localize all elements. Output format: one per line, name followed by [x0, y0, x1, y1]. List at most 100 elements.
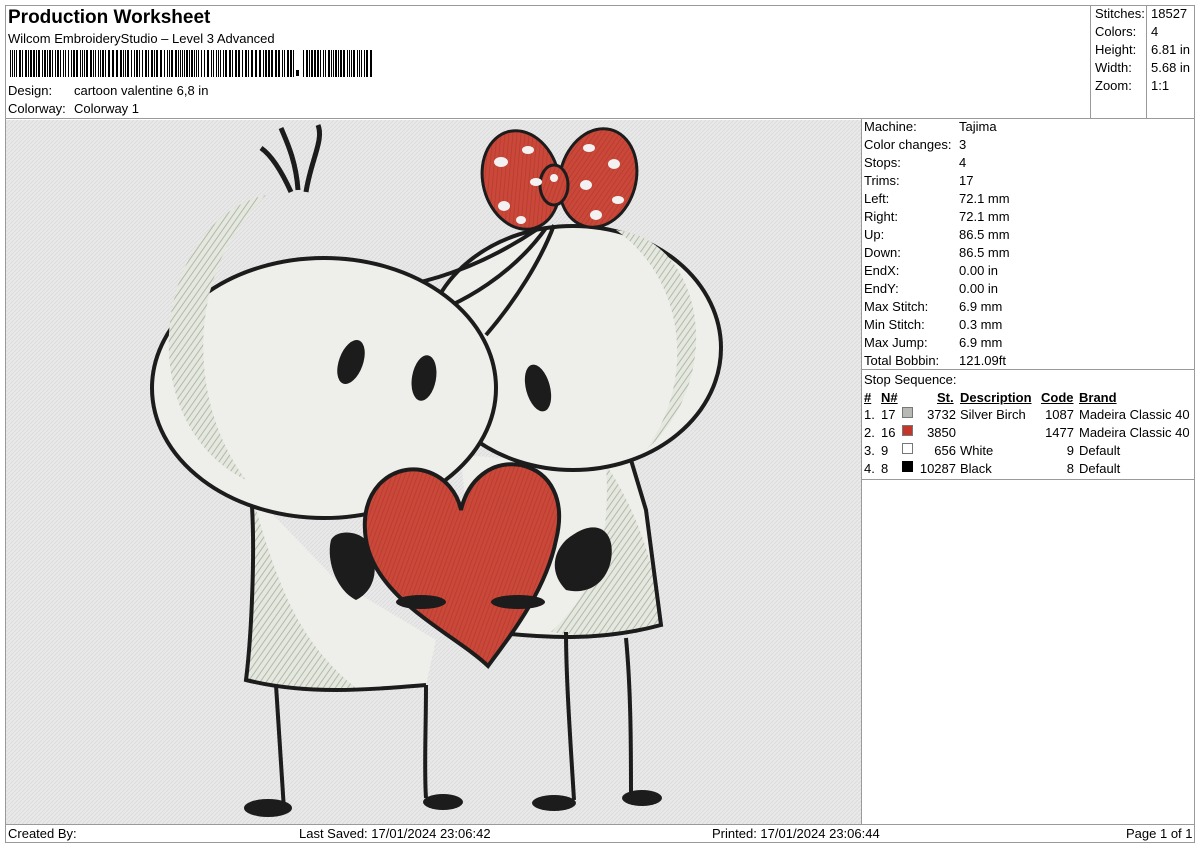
color-swatch: [902, 461, 913, 472]
stop-needle: 8: [881, 461, 889, 476]
col-brand-header: Brand: [1079, 390, 1117, 405]
stop-stitches: 656: [934, 443, 956, 458]
stop-code: 9: [1066, 443, 1074, 458]
info-label: Color changes:: [864, 137, 952, 152]
printed-date: Printed: 17/01/2024 23:06:44: [712, 826, 880, 841]
last-saved: Last Saved: 17/01/2024 23:06:42: [299, 826, 491, 841]
stop-code: 1087: [1045, 407, 1074, 422]
info-label: Stops:: [864, 155, 901, 170]
design-name: cartoon valentine 6,8 in: [74, 83, 209, 98]
info-label: Left:: [864, 191, 890, 206]
info-up: Up: 86.5 mm: [864, 227, 1194, 245]
stop-table-divider: [861, 479, 1195, 480]
stop-num: 1.: [864, 407, 875, 422]
summary-value: 5.68 in: [1151, 60, 1191, 75]
info-value: Tajima: [959, 119, 997, 134]
color-swatch: [902, 443, 913, 454]
summary-value: 18527: [1151, 6, 1188, 21]
stop-sequence-title: Stop Sequence:: [864, 372, 1194, 390]
stop-stitches: 3732: [927, 407, 956, 422]
summary-label: Width:: [1095, 60, 1132, 75]
summary-label: Stitches:: [1095, 6, 1145, 21]
info-label: Total Bobbin:: [864, 353, 940, 368]
summary-label: Zoom:: [1095, 78, 1132, 93]
colorway-label: Colorway:: [8, 101, 66, 116]
info-label: Min Stitch:: [864, 317, 925, 332]
info-value: 121.09ft: [959, 353, 1006, 368]
col-stitches-header: St.: [937, 390, 954, 405]
info-trims: Trims: 17: [864, 173, 1194, 191]
stop-description: Silver Birch: [960, 407, 1026, 422]
info-value: 72.1 mm: [959, 191, 1010, 206]
col-description-header: Description: [960, 390, 1032, 405]
stop-brand: Madeira Classic 40: [1079, 407, 1190, 422]
summary-value: 6.81 in: [1151, 42, 1191, 57]
summary-value: 1:1: [1151, 78, 1170, 93]
barcode: [10, 50, 372, 77]
summary-label: Height:: [1095, 42, 1137, 57]
info-label: Machine:: [864, 119, 917, 134]
stop-description: Black: [960, 461, 992, 476]
info-min-stitch: Min Stitch: 0.3 mm: [864, 317, 1194, 335]
stop-code: 8: [1066, 461, 1074, 476]
stop-stitches: 3850: [927, 425, 956, 440]
info-endx: EndX: 0.00 in: [864, 263, 1194, 281]
info-max-jump: Max Jump: 6.9 mm: [864, 335, 1194, 353]
info-value: 3: [959, 137, 967, 152]
created-by: Created By:: [8, 826, 77, 841]
software-name: Wilcom EmbroideryStudio – Level 3 Advanc…: [8, 31, 275, 46]
summary-inner-divider: [1146, 5, 1147, 119]
info-label: EndX:: [864, 263, 900, 278]
design-preview: [6, 120, 861, 825]
info-divider: [861, 369, 1195, 370]
stop-brand: Madeira Classic 40: [1079, 425, 1190, 440]
stop-description: White: [960, 443, 994, 458]
info-value: 6.9 mm: [959, 299, 1003, 314]
info-label: Max Jump:: [864, 335, 928, 350]
info-label: Max Stitch:: [864, 299, 929, 314]
color-swatch: [902, 407, 913, 418]
footer-divider: [5, 824, 1195, 825]
info-value: 4: [959, 155, 967, 170]
stop-num: 2.: [864, 425, 875, 440]
stop-needle: 16: [881, 425, 896, 440]
embroidery-illustration: [6, 120, 861, 825]
info-value: 0.3 mm: [959, 317, 1003, 332]
info-value: 72.1 mm: [959, 209, 1010, 224]
info-machine: Machine: Tajima: [864, 119, 1194, 137]
page-number: Page 1 of 1: [1126, 826, 1193, 841]
info-value: 86.5 mm: [959, 245, 1010, 260]
stop-sequence-label: Stop Sequence:: [864, 372, 957, 387]
stop-needle: 17: [881, 407, 896, 422]
summary-divider: [1090, 5, 1091, 119]
info-endy: EndY: 0.00 in: [864, 281, 1194, 299]
info-label: Down:: [864, 245, 901, 260]
info-label: Right:: [864, 209, 898, 224]
page-title: Production Worksheet: [8, 7, 211, 28]
info-label: Trims:: [864, 173, 900, 188]
info-label: Up:: [864, 227, 885, 242]
info-left: Left: 72.1 mm: [864, 191, 1194, 209]
color-swatch: [902, 425, 913, 436]
info-value: 17: [959, 173, 974, 188]
stop-needle: 9: [881, 443, 889, 458]
info-value: 0.00 in: [959, 263, 999, 278]
info-right: Right: 72.1 mm: [864, 209, 1194, 227]
info-stops: Stops: 4: [864, 155, 1194, 173]
stop-num: 4.: [864, 461, 875, 476]
col-num-header: #: [864, 390, 872, 405]
stop-code: 1477: [1045, 425, 1074, 440]
summary-value: 4: [1151, 24, 1159, 39]
info-label: EndY:: [864, 281, 899, 296]
info-value: 6.9 mm: [959, 335, 1003, 350]
col-code-header: Code: [1041, 390, 1074, 405]
summary-label: Colors:: [1095, 24, 1137, 39]
panel-divider: [861, 118, 862, 825]
info-color-changes: Color changes: 3: [864, 137, 1194, 155]
info-max-stitch: Max Stitch: 6.9 mm: [864, 299, 1194, 317]
info-value: 86.5 mm: [959, 227, 1010, 242]
info-down: Down: 86.5 mm: [864, 245, 1194, 263]
stop-brand: Default: [1079, 461, 1121, 476]
stop-num: 3.: [864, 443, 875, 458]
col-needle-header: N#: [881, 390, 898, 405]
